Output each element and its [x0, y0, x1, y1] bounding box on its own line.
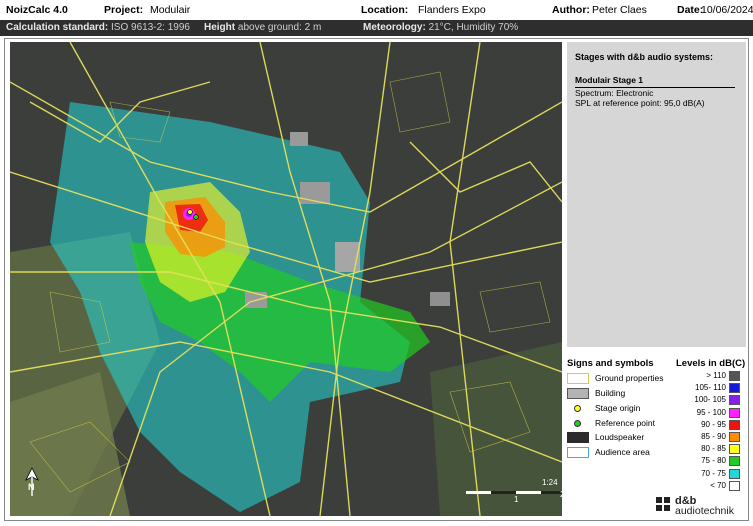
stage-name: Modulair Stage 1 — [575, 75, 735, 88]
logo-square-icon — [656, 505, 662, 511]
scale-ratio: 1:24 — [542, 478, 558, 487]
level-swatch — [729, 383, 740, 394]
level-swatch — [729, 407, 740, 418]
stages-title: Stages with d&b audio systems: — [575, 52, 714, 62]
level-row: 75 - 80 — [680, 456, 744, 467]
scale-seg-3 — [516, 491, 541, 494]
level-swatch — [729, 419, 740, 430]
level-label: 70 - 75 — [701, 468, 726, 478]
date-label: Date: — [677, 4, 704, 16]
level-row: 100- 105 — [680, 395, 744, 406]
legend-audience-area: Audience area — [567, 447, 677, 459]
loudspeaker-icon — [567, 432, 589, 443]
height-info: Height above ground: 2 m — [204, 22, 322, 33]
level-row: < 70 — [680, 480, 744, 492]
logo-square-icon — [656, 497, 662, 503]
legend-label: Building — [595, 388, 626, 398]
level-label: 90 - 95 — [701, 419, 726, 429]
stage-info-panel: Stages with d&b audio systems: Modulair … — [567, 42, 746, 347]
calculation-bar: Calculation standard: ISO 9613-2: 1996 H… — [0, 20, 753, 36]
signs-title: Signs and symbols — [567, 358, 654, 369]
building-icon — [567, 388, 589, 399]
levels-title: Levels in dB(C) — [676, 358, 746, 369]
level-label: 80 - 85 — [701, 444, 726, 454]
level-label: > 110 — [706, 371, 726, 380]
noise-map-graphic — [10, 42, 562, 516]
app-title: NoizCalc 4.0 — [6, 4, 68, 16]
level-swatch — [729, 371, 740, 381]
scale-seg-4 — [541, 491, 562, 494]
project-label: Project: — [104, 4, 144, 16]
logo-square-icon — [664, 497, 670, 503]
level-swatch — [729, 480, 740, 491]
level-row: 90 - 95 — [680, 419, 744, 431]
level-swatch — [729, 432, 740, 442]
level-row: 95 - 100 — [680, 407, 744, 419]
date-value: 10/06/2024 — [701, 4, 753, 16]
logo-square-icon — [664, 505, 670, 511]
level-row: 80 - 85 — [680, 444, 744, 455]
level-swatch — [729, 444, 740, 455]
legend-label: Loudspeaker — [595, 432, 645, 442]
project-value: Modulair — [150, 4, 191, 16]
noise-map[interactable]: 1:24 1 2 km N — [10, 42, 562, 516]
meteorology-info: Meteorology: 21°C, Humidity 70% — [363, 22, 519, 33]
stage-origin-icon — [567, 403, 589, 414]
level-label: 85 - 90 — [701, 432, 726, 441]
level-label: 105- 110 — [695, 383, 726, 393]
author-label: Author: — [552, 4, 590, 16]
level-swatch — [729, 456, 740, 467]
level-row: 105- 110 — [680, 383, 744, 394]
level-row: 70 - 75 — [680, 468, 744, 480]
legend-label: Ground properties — [595, 373, 664, 383]
scale-seg-2 — [491, 491, 516, 494]
header-bar: NoizCalc 4.0 Project: Modulair Location:… — [0, 0, 753, 20]
level-swatch — [729, 468, 740, 479]
scale-mid-label: 1 — [514, 495, 519, 504]
north-label: N — [28, 482, 35, 492]
legend-label: Stage origin — [595, 403, 641, 413]
legend-stage-origin: Stage origin — [567, 403, 677, 415]
audience-area-icon — [567, 447, 589, 458]
author-value: Peter Claes — [592, 4, 647, 16]
brand-logo: d&b audiotechnik — [654, 495, 744, 517]
level-label: < 70 — [710, 480, 726, 490]
legend-label: Reference point — [595, 418, 656, 428]
location-label: Location: — [361, 4, 409, 16]
reference-point-icon — [567, 418, 589, 429]
level-label: 95 - 100 — [696, 407, 726, 417]
north-arrow-icon: N — [22, 466, 42, 498]
level-label: 100- 105 — [694, 395, 726, 405]
level-row: 85 - 90 — [680, 432, 744, 443]
stage-spl: SPL at reference point: 95,0 dB(A) — [575, 98, 705, 108]
legend-ground-properties: Ground properties — [567, 373, 677, 385]
ground-properties-icon — [567, 373, 589, 384]
brand-sub: audiotechnik — [675, 505, 734, 517]
level-label: 75 - 80 — [701, 456, 726, 466]
level-swatch — [729, 395, 740, 406]
legend-label: Audience area — [595, 447, 650, 457]
stage-spectrum: Spectrum: Electronic — [575, 88, 654, 98]
level-row: > 110 — [680, 371, 744, 382]
legend-reference-point: Reference point — [567, 418, 677, 430]
standard-info: Calculation standard: ISO 9613-2: 1996 — [6, 22, 190, 33]
scale-seg-1 — [466, 491, 491, 494]
scale-end-label: 2 — [560, 490, 562, 499]
location-value: Flanders Expo — [418, 4, 486, 16]
legend-loudspeaker: Loudspeaker — [567, 432, 677, 444]
map-scale-bar: 1:24 1 2 km — [466, 478, 562, 506]
legend-building: Building — [567, 388, 677, 400]
